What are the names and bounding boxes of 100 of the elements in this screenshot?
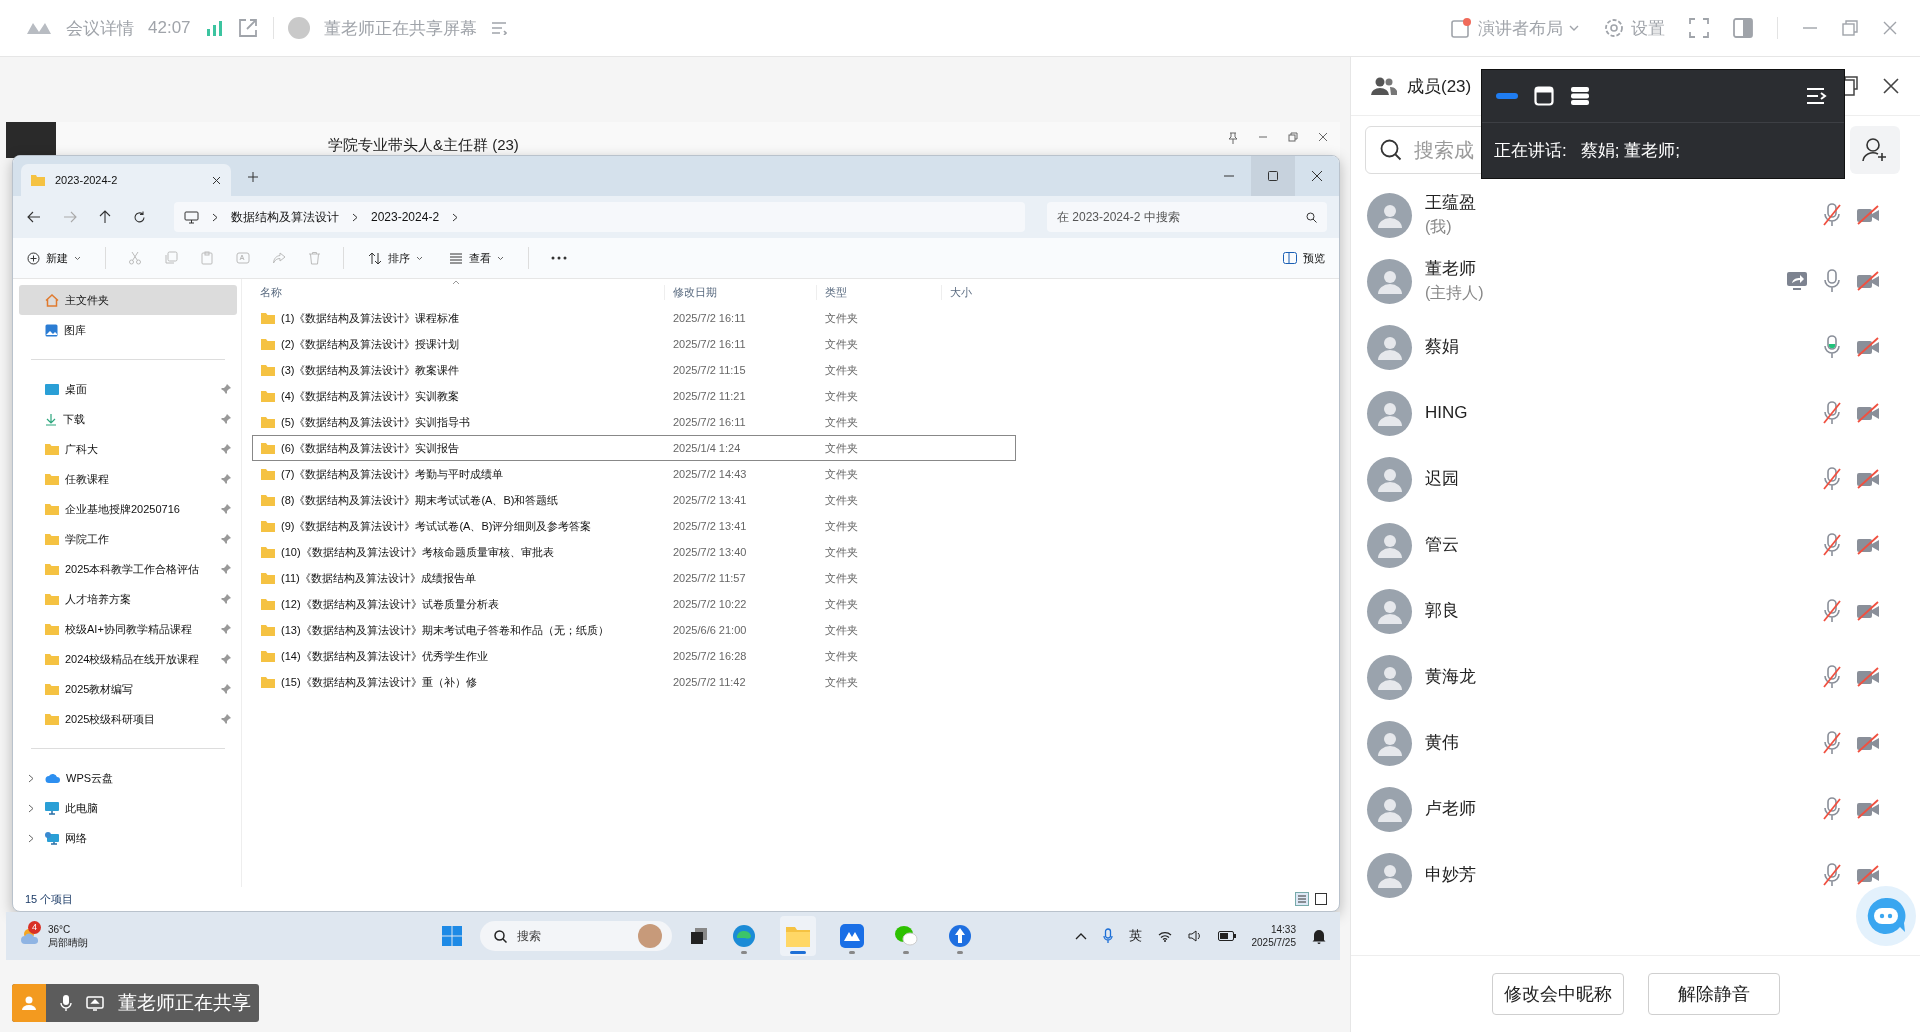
column-header[interactable]: 名称 xyxy=(252,284,664,300)
pin-icon[interactable] xyxy=(221,413,231,425)
file-row[interactable]: (13)《数据结构及算法设计》期末考试电子答卷和作品（无；纸质） 2025/6/6 21:00 文件夹 xyxy=(252,617,1016,643)
menu-icon[interactable] xyxy=(1806,87,1828,105)
minimized-view-icon[interactable] xyxy=(1496,93,1518,99)
panel-button[interactable]: 解除静音 xyxy=(1647,973,1780,1015)
chevron-icon[interactable] xyxy=(352,212,358,222)
close-icon[interactable] xyxy=(212,175,221,185)
breadcrumb-item[interactable]: 数据结构及算法设计 xyxy=(231,208,339,226)
chevron-icon[interactable] xyxy=(28,773,34,783)
muted-microphone-icon[interactable] xyxy=(1822,401,1842,425)
file-row[interactable]: (5)《数据结构及算法设计》实训指导书 2025/7/2 16:11 文件夹 xyxy=(252,409,1016,435)
muted-microphone-icon[interactable] xyxy=(1822,731,1842,755)
sidebar-item[interactable]: 此电脑 xyxy=(19,793,237,823)
volume-icon[interactable] xyxy=(1187,930,1202,942)
file-row[interactable]: (7)《数据结构及算法设计》考勤与平时成绩单 2025/7/2 14:43 文件夹 xyxy=(252,461,1016,487)
microphone-icon[interactable] xyxy=(1822,269,1842,293)
muted-microphone-icon[interactable] xyxy=(1822,467,1842,491)
file-row[interactable]: (10)《数据结构及算法设计》考核命题质量审核、审批表 2025/7/2 13:40 文件夹 xyxy=(252,539,1016,565)
camera-off-icon[interactable] xyxy=(1856,667,1880,687)
windows-start-icon[interactable] xyxy=(442,926,462,946)
external-link-icon[interactable] xyxy=(236,17,259,39)
chevron-icon[interactable] xyxy=(28,833,34,843)
details-view-icon[interactable] xyxy=(1295,892,1309,906)
input-method-indicator[interactable]: 英 xyxy=(1128,927,1142,945)
new-button[interactable]: 新建 xyxy=(25,246,83,270)
sidebar-item[interactable]: 学院工作 xyxy=(19,524,237,554)
pin-icon[interactable] xyxy=(221,683,231,695)
back-icon[interactable] xyxy=(27,211,41,223)
clock[interactable]: 14:33 2025/7/25 xyxy=(1251,923,1296,949)
chevron-icon[interactable] xyxy=(212,212,218,222)
sidebar-item[interactable]: 广科大 xyxy=(19,434,237,464)
sidebar-icon[interactable] xyxy=(1733,18,1753,38)
camera-off-icon[interactable] xyxy=(1856,205,1880,225)
sidebar-item[interactable]: 2025校级科研项目 xyxy=(19,704,237,734)
notification-icon[interactable] xyxy=(1312,928,1326,944)
chevron-icon[interactable] xyxy=(452,212,459,222)
battery-icon[interactable] xyxy=(1217,931,1236,941)
tiles-view-icon[interactable] xyxy=(1315,893,1327,905)
camera-off-icon[interactable] xyxy=(1856,799,1880,819)
up-icon[interactable] xyxy=(99,210,111,224)
camera-off-icon[interactable] xyxy=(1856,865,1880,885)
close-icon[interactable] xyxy=(1318,132,1328,142)
pin-icon[interactable] xyxy=(1228,132,1238,144)
new-tab-icon[interactable] xyxy=(247,171,259,183)
file-row[interactable]: (3)《数据结构及算法设计》教案课件 2025/7/2 11:15 文件夹 xyxy=(252,357,1016,383)
restore-icon[interactable] xyxy=(1288,132,1298,142)
pin-icon[interactable] xyxy=(221,503,231,515)
pin-icon[interactable] xyxy=(221,653,231,665)
file-row[interactable]: (2)《数据结构及算法设计》授课计划 2025/7/2 16:11 文件夹 xyxy=(252,331,1016,357)
window-view-icon[interactable] xyxy=(1534,86,1554,106)
restore-icon[interactable] xyxy=(1842,20,1858,36)
file-row[interactable]: (4)《数据结构及算法设计》实训教案 2025/7/2 11:21 文件夹 xyxy=(252,383,1016,409)
column-header[interactable]: 大小 xyxy=(941,284,1041,300)
pin-icon[interactable] xyxy=(221,713,231,725)
file-row[interactable]: (14)《数据结构及算法设计》优秀学生作业 2025/7/2 16:28 文件夹 xyxy=(252,643,1016,669)
weather-widget[interactable]: 4 36°C 局部晴朗 xyxy=(20,923,88,949)
sidebar-item[interactable]: 图库 xyxy=(19,315,237,345)
sidebar-item[interactable]: 人才培养方案 xyxy=(19,584,237,614)
muted-microphone-icon[interactable] xyxy=(1822,863,1842,887)
file-row[interactable]: (15)《数据结构及算法设计》重（补）修 2025/7/2 11:42 文件夹 xyxy=(252,669,1016,695)
delete-icon[interactable] xyxy=(308,251,321,265)
camera-off-icon[interactable] xyxy=(1856,601,1880,621)
file-row[interactable]: (8)《数据结构及算法设计》期末考试试卷(A、B)和答题纸 2025/7/2 13:41 文件夹 xyxy=(252,487,1016,513)
fullscreen-icon[interactable] xyxy=(1689,18,1709,38)
sidebar-item[interactable]: 2025本科教学工作合格评估 xyxy=(19,554,237,584)
sidebar-item[interactable]: 下载 xyxy=(19,404,237,434)
pin-icon[interactable] xyxy=(221,473,231,485)
address-bar[interactable]: 数据结构及算法设计 2023-2024-2 xyxy=(174,202,1025,232)
chevron-up-icon[interactable] xyxy=(1074,932,1087,940)
sidebar-item[interactable]: 桌面 xyxy=(19,374,237,404)
muted-microphone-icon[interactable] xyxy=(1822,665,1842,689)
column-header[interactable]: 类型 xyxy=(816,284,941,300)
file-row[interactable]: (9)《数据结构及算法设计》考试试卷(A、B)评分细则及参考答案 2025/7/2 13:41 文件夹 xyxy=(252,513,1016,539)
muted-microphone-icon[interactable] xyxy=(1822,599,1842,623)
sidebar-item[interactable]: 企业基地授牌20250716 xyxy=(19,494,237,524)
meeting-app-icon[interactable] xyxy=(840,924,864,948)
muted-microphone-icon[interactable] xyxy=(1822,203,1842,227)
camera-off-icon[interactable] xyxy=(1856,337,1880,357)
pin-icon[interactable] xyxy=(221,383,231,395)
panel-button[interactable]: 修改会中昵称 xyxy=(1491,973,1624,1015)
folder-tab[interactable]: 2023-2024-2 xyxy=(21,164,231,196)
column-header[interactable]: 修改日期 xyxy=(664,284,816,300)
pin-icon[interactable] xyxy=(221,593,231,605)
file-row[interactable]: (11)《数据结构及算法设计》成绩报告单 2025/7/2 11:57 文件夹 xyxy=(252,565,1016,591)
pin-icon[interactable] xyxy=(221,623,231,635)
wifi-icon[interactable] xyxy=(1157,930,1172,942)
sidebar-item[interactable]: 2025教材编写 xyxy=(19,674,237,704)
camera-off-icon[interactable] xyxy=(1856,469,1880,489)
taskbar-search-field[interactable]: 搜索 xyxy=(480,921,672,951)
camera-off-icon[interactable] xyxy=(1856,535,1880,555)
pin-icon[interactable] xyxy=(221,533,231,545)
sidebar-item[interactable]: 校级AI+协同教学精品课程 xyxy=(19,614,237,644)
chat-assistant-button[interactable] xyxy=(1856,886,1916,946)
breadcrumb-item[interactable]: 2023-2024-2 xyxy=(371,210,440,224)
muted-microphone-icon[interactable] xyxy=(1822,533,1842,557)
chevron-icon[interactable] xyxy=(28,803,34,813)
search-field[interactable]: 在 2023-2024-2 中搜索 xyxy=(1047,202,1327,232)
view-button[interactable]: 查看 xyxy=(447,246,506,270)
microphone-icon[interactable] xyxy=(1102,928,1113,944)
